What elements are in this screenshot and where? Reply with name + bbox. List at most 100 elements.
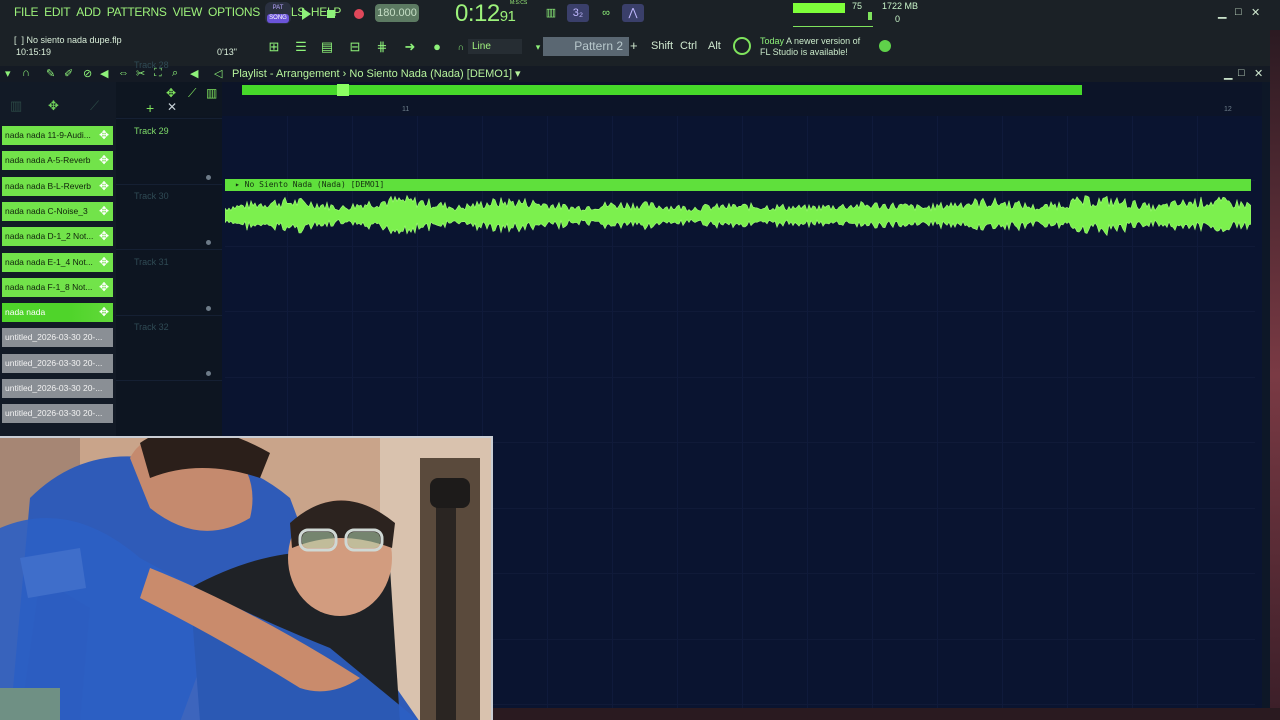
mixer-icon[interactable]: ⊟ <box>346 38 364 56</box>
audio-waveform[interactable] <box>225 191 1251 241</box>
news-text2: FL Studio is available! <box>760 47 848 57</box>
clip-item[interactable]: nada nada 11-9-Audi... ✥ <box>2 126 113 145</box>
news-icon[interactable] <box>733 37 751 55</box>
track-header[interactable]: Track 32 <box>116 316 222 381</box>
track-mute-led[interactable] <box>206 305 211 311</box>
globe-icon[interactable] <box>879 40 891 52</box>
remove-icon[interactable]: ✕ <box>167 100 177 114</box>
arrow-right-icon[interactable]: ➜ <box>401 38 419 56</box>
playlist-icon[interactable]: ⊞ <box>265 38 283 56</box>
piano-roll-icon[interactable]: ▥ <box>540 4 562 22</box>
pat-song-toggle[interactable]: PAT SONG <box>265 2 291 24</box>
record-button[interactable] <box>351 6 367 22</box>
scroll-handle[interactable] <box>337 84 349 96</box>
options-arrow-icon[interactable]: ▾ <box>5 67 11 80</box>
close-icon[interactable]: ✕ <box>1251 6 1260 19</box>
playlist-close-icon[interactable]: ✕ <box>1254 67 1263 80</box>
snap-select[interactable]: Line <box>468 39 522 54</box>
delete-icon[interactable]: ⊘ <box>83 67 92 80</box>
clip-drag-icon[interactable]: ✥ <box>99 202 109 221</box>
clip-item[interactable]: nada nada B-L-Reverb ✥ <box>2 176 113 196</box>
menu-options[interactable]: OPTIONS <box>208 5 260 19</box>
track-lane[interactable] <box>225 116 1255 181</box>
menu-add[interactable]: ADD <box>76 5 101 19</box>
menu-file[interactable]: FILE <box>14 5 38 19</box>
draw-icon[interactable]: ✎ <box>46 67 55 80</box>
mute-icon[interactable]: ◀ <box>100 67 108 80</box>
step-edit-icon[interactable]: 3₂ <box>567 4 589 22</box>
track-lane[interactable] <box>225 313 1255 378</box>
maximize-icon[interactable]: □ <box>1235 6 1242 18</box>
clip-item[interactable]: untitled_2026-03-30 20-... <box>2 404 113 424</box>
clip-drag-icon[interactable]: ✥ <box>99 278 109 297</box>
news-panel[interactable]: Today A newer version of FL Studio is av… <box>760 36 860 58</box>
picker-link-icon[interactable]: ⟋ <box>90 98 99 114</box>
add-track-icon[interactable]: + <box>146 100 154 116</box>
clip-drag-icon[interactable]: ✥ <box>99 303 109 322</box>
clip-drag-icon[interactable]: ✥ <box>99 126 109 145</box>
clip-item[interactable]: nada nada A-5-Reverb ✥ <box>2 151 113 171</box>
metronome-icon[interactable]: ⋀ <box>622 4 644 22</box>
clip-item[interactable]: nada nada C-Noise_3 ✥ <box>2 201 113 221</box>
tempo-display[interactable]: 180.000 <box>375 4 419 22</box>
link-icon[interactable]: ⟋ <box>188 86 196 101</box>
microphone-icon[interactable]: ● <box>428 38 446 56</box>
track-name: Track 32 <box>134 322 169 332</box>
audio-clip-label: No Siento Nada (Nada) [DEMO1] <box>244 180 385 189</box>
play-button[interactable] <box>298 6 314 22</box>
menu-view[interactable]: VIEW <box>173 5 203 19</box>
clip-item[interactable]: untitled_2026-03-30 20-... <box>2 379 113 398</box>
playlist-maximize-icon[interactable]: □ <box>1238 67 1245 79</box>
webcam-overlay <box>0 436 493 720</box>
channel-settings-icon[interactable]: ⋕ <box>373 38 391 56</box>
channel-rack-icon[interactable]: ☰ <box>292 38 310 56</box>
move-icon[interactable]: ✥ <box>166 86 176 100</box>
audio-clip-header[interactable]: ▸ No Siento Nada (Nada) [DEMO1] <box>225 179 1251 191</box>
track-header[interactable]: Track 31 <box>116 251 222 316</box>
clip-drag-icon[interactable]: ✥ <box>99 177 109 196</box>
clip-item[interactable]: nada nada ✥ <box>2 303 113 323</box>
piano-roll-view-icon[interactable]: ▤ <box>318 38 336 56</box>
song-time-display[interactable]: 0:1291 <box>455 0 516 28</box>
track-mute-led[interactable] <box>206 174 211 180</box>
track-header[interactable]: Track 29 <box>116 120 222 185</box>
clip-drag-icon[interactable]: ✥ <box>99 253 109 272</box>
add-pattern-button[interactable]: + <box>630 38 638 53</box>
track-header[interactable]: Track 30 <box>116 185 222 250</box>
timeline[interactable]: 11 12 <box>222 82 1262 116</box>
clip-item-label: untitled_2026-03-30 20-... <box>5 408 103 419</box>
clip-item[interactable]: nada nada E-1_4 Not... ✥ <box>2 252 113 272</box>
track-lane[interactable] <box>225 247 1255 312</box>
alt-modifier[interactable]: Alt <box>708 40 721 52</box>
grid-icon[interactable]: ▥ <box>206 86 217 100</box>
menu-patterns[interactable]: PATTERNS <box>107 5 167 19</box>
clip-item[interactable]: nada nada F-1_8 Not... ✥ <box>2 277 113 297</box>
clip-item[interactable]: nada nada D-1_2 Not... ✥ <box>2 227 113 247</box>
track-mute-led[interactable] <box>206 371 211 376</box>
bar-marker-11: 11 <box>402 106 410 113</box>
webcam-image <box>0 438 491 720</box>
picker-grid-icon[interactable]: ▥ <box>10 98 22 114</box>
magnet-snap-icon[interactable]: ∩ <box>22 67 30 79</box>
menu-edit[interactable]: EDIT <box>44 5 70 19</box>
track-header-toolbar: + ✥ ✕ ⟋ ▥ <box>116 82 222 116</box>
shift-modifier[interactable]: Shift <box>651 40 673 52</box>
minimize-icon[interactable]: ▁ <box>1218 6 1226 19</box>
ctrl-modifier[interactable]: Ctrl <box>680 40 697 52</box>
track-lane[interactable] <box>225 378 1255 443</box>
clip-item[interactable]: untitled_2026-03-30 20-... <box>2 353 113 373</box>
clip-item[interactable]: untitled_2026-03-30 20-... <box>2 328 113 348</box>
news-day: Today <box>760 36 785 46</box>
overview-scrollbar[interactable] <box>242 85 1082 95</box>
pattern-select[interactable]: Pattern 2 <box>543 37 629 56</box>
playlist-minimize-icon[interactable]: ▁ <box>1224 67 1232 80</box>
clip-drag-icon[interactable]: ✥ <box>99 227 109 246</box>
track-mute-led[interactable] <box>206 240 211 245</box>
stop-button[interactable] <box>323 6 339 22</box>
horizontal-scrollbar[interactable] <box>493 708 1280 720</box>
wait-input-icon[interactable]: ∞ <box>595 4 617 22</box>
picker-move-icon[interactable]: ✥ <box>48 98 59 114</box>
paint-icon[interactable]: ✐ <box>64 67 73 80</box>
memory-value: 1722 MB <box>882 1 919 11</box>
clip-drag-icon[interactable]: ✥ <box>99 151 109 170</box>
